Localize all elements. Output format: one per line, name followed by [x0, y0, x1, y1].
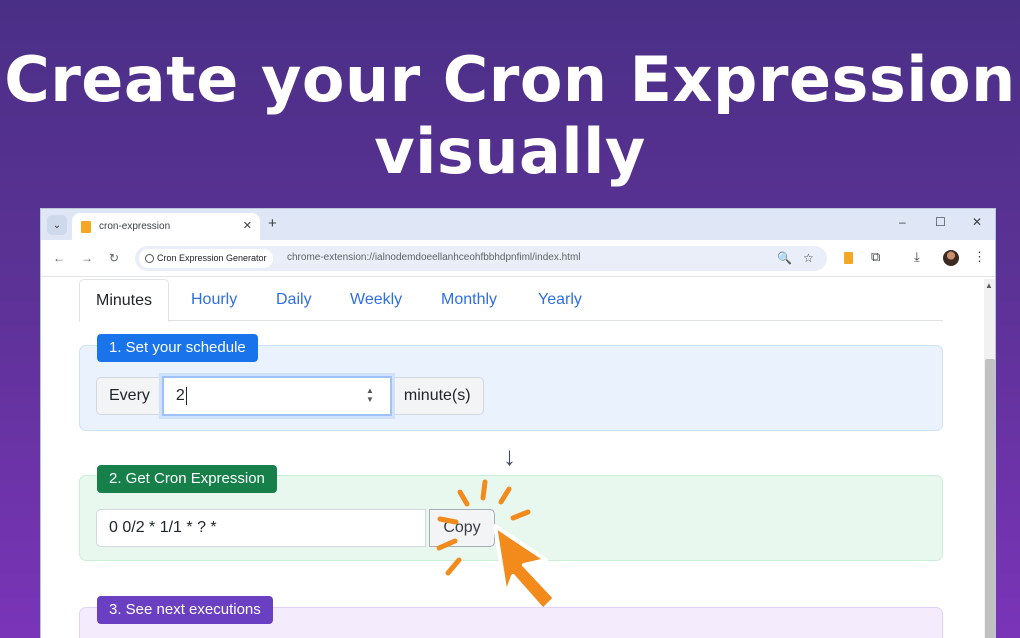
page-scrollbar[interactable]: ▲	[984, 279, 995, 638]
browser-toolbar: ← → ↻ Cron Expression Generator chrome-e…	[41, 240, 995, 277]
browser-window: ⌄ cron-expression ✕ + – ☐ ✕ ← → ↻ Cron E…	[40, 208, 996, 638]
scroll-up-icon[interactable]: ▲	[985, 281, 993, 290]
address-bar[interactable]: Cron Expression Generator chrome-extensi…	[135, 246, 827, 271]
zoom-icon[interactable]: 🔍	[777, 251, 792, 265]
cron-expression-field[interactable]: 0 0/2 * 1/1 * ? *	[96, 509, 426, 547]
text-caret	[185, 386, 187, 405]
forward-button[interactable]: →	[81, 251, 93, 265]
maximize-button[interactable]: ☐	[935, 215, 946, 229]
minutes-value: 2	[175, 387, 185, 404]
copy-button[interactable]: Copy	[429, 509, 495, 547]
minutes-input[interactable]: 2 ▲ ▼	[161, 376, 392, 416]
tab-strip: ⌄ cron-expression ✕ + – ☐ ✕	[41, 209, 995, 240]
download-icon[interactable]: ⤓	[914, 249, 920, 265]
spinner-up-icon[interactable]: ▲	[366, 386, 374, 395]
step-1-badge: 1. Set your schedule	[97, 334, 258, 362]
minimize-button[interactable]: –	[899, 215, 906, 229]
close-window-button[interactable]: ✕	[972, 215, 982, 229]
tab-minutes[interactable]: Minutes	[79, 279, 170, 322]
headline-line-2: visually	[374, 115, 646, 188]
every-label: Every	[96, 377, 162, 415]
browser-tab[interactable]: cron-expression ✕	[72, 213, 260, 240]
tab-daily[interactable]: Daily	[260, 279, 328, 321]
tab-yearly[interactable]: Yearly	[522, 279, 598, 321]
step-2-badge: 2. Get Cron Expression	[97, 465, 277, 493]
headline-line-1: Create your Cron Expression	[4, 43, 1016, 116]
tab-weekly[interactable]: Weekly	[334, 279, 418, 321]
page-content: Minutes Hourly Daily Weekly Monthly Year…	[41, 277, 981, 638]
step-3-badge: 3. See next executions	[97, 596, 273, 624]
schedule-input-group: Every 2 ▲ ▼ minute(s)	[96, 376, 484, 416]
url-text[interactable]: chrome-extension://ialnodemdoeellanhceoh…	[287, 252, 581, 263]
schedule-tabs: Minutes Hourly Daily Weekly Monthly Year…	[79, 279, 943, 322]
browser-menu-icon[interactable]: ⋮	[973, 249, 986, 265]
site-info-chip[interactable]: Cron Expression Generator	[139, 249, 273, 268]
tab-close-icon[interactable]: ✕	[243, 219, 252, 232]
minutes-unit-label: minute(s)	[391, 377, 484, 415]
extensions-puzzle-icon[interactable]: ⧉	[871, 249, 880, 265]
tab-title: cron-expression	[99, 221, 171, 232]
headline: Create your Cron Expression visually	[0, 44, 1020, 188]
new-tab-button[interactable]: +	[268, 215, 277, 232]
favicon-icon	[81, 221, 91, 233]
extension-icon[interactable]	[844, 252, 853, 264]
bookmark-star-icon[interactable]: ☆	[803, 251, 814, 265]
tab-hourly[interactable]: Hourly	[175, 279, 253, 321]
arrow-down-icon: ↓	[503, 441, 516, 471]
tab-search-button[interactable]: ⌄	[47, 215, 67, 235]
tab-monthly[interactable]: Monthly	[425, 279, 513, 321]
reload-button[interactable]: ↻	[109, 251, 119, 265]
chevron-down-icon: ⌄	[52, 219, 62, 231]
back-button[interactable]: ←	[53, 251, 65, 265]
number-spinner[interactable]: ▲ ▼	[366, 386, 374, 404]
spinner-down-icon[interactable]: ▼	[366, 395, 374, 404]
profile-avatar[interactable]	[943, 250, 959, 266]
scroll-thumb[interactable]	[985, 359, 995, 638]
